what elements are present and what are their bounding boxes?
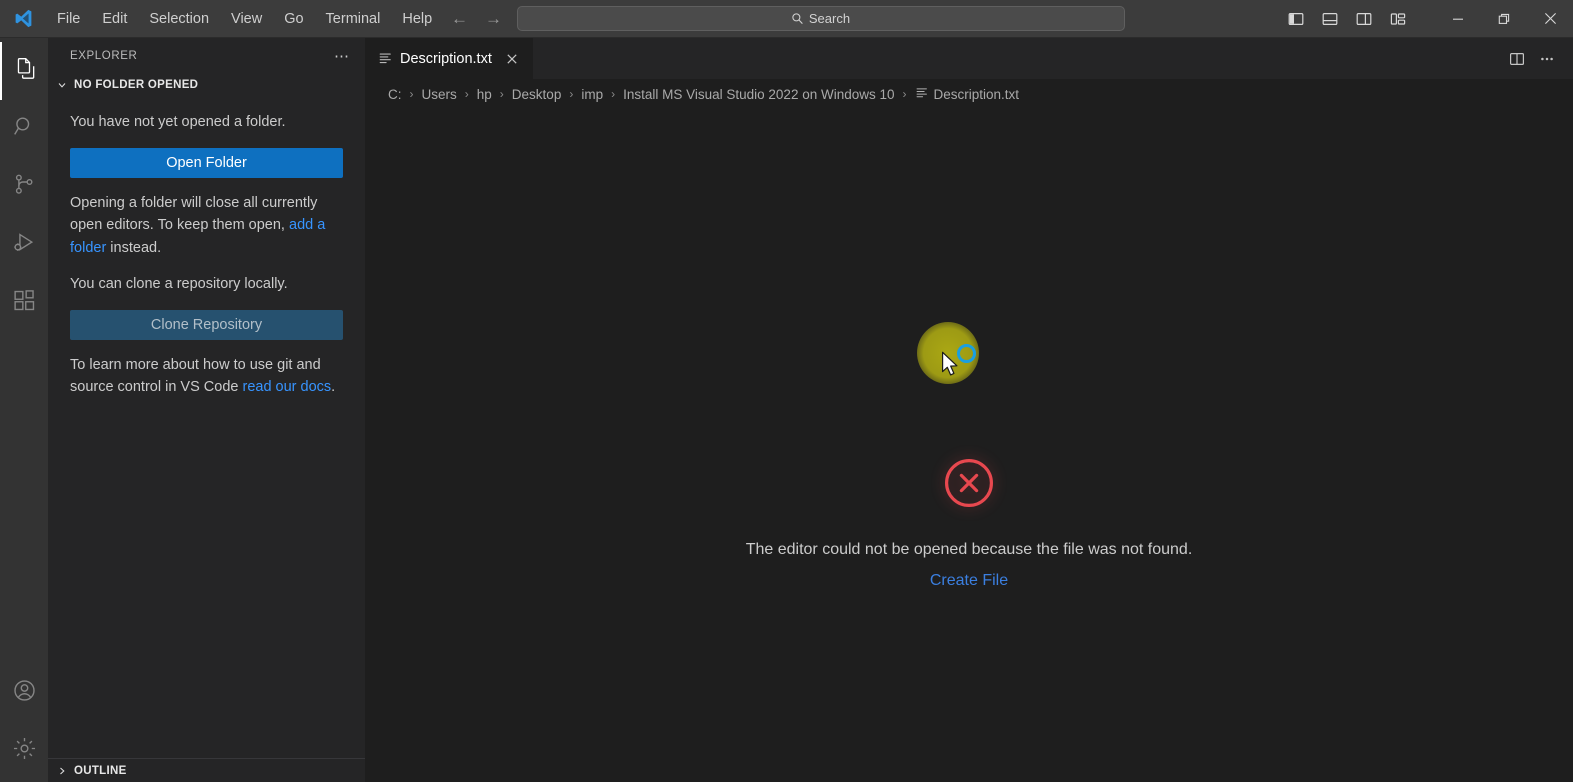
maximize-restore-button[interactable]	[1481, 0, 1527, 38]
menu-selection[interactable]: Selection	[138, 0, 220, 37]
editor-content: The editor could not be opened because t…	[365, 109, 1573, 782]
explorer-welcome-content: You have not yet opened a folder. Open F…	[48, 97, 365, 758]
workbench-body: EXPLORER ⋯ NO FOLDER OPENED You have not…	[0, 38, 1573, 782]
breadcrumb-separator: ›	[464, 87, 469, 101]
sidebar-item-extensions[interactable]	[0, 274, 48, 332]
accounts-button[interactable]	[0, 664, 48, 722]
sidebar-title: EXPLORER	[70, 49, 138, 62]
menu-go[interactable]: Go	[273, 0, 314, 37]
clone-text: You can clone a repository locally.	[70, 276, 288, 292]
source-control-icon	[12, 172, 37, 202]
tab-label: Description.txt	[400, 50, 492, 67]
arrow-left-icon[interactable]: ←	[449, 10, 471, 27]
minimize-button[interactable]	[1435, 0, 1481, 38]
open-folder-button[interactable]: Open Folder	[70, 147, 343, 178]
sidebar-header: EXPLORER ⋯	[48, 38, 365, 73]
account-icon	[12, 678, 37, 708]
close-button[interactable]	[1527, 0, 1573, 38]
breadcrumb-item-1[interactable]: Users	[419, 86, 460, 103]
chevron-down-icon	[54, 79, 70, 91]
editor-tab-bar: Description.txt	[365, 38, 1573, 79]
read-our-docs-link[interactable]: read our docs	[242, 379, 331, 395]
search-icon	[791, 12, 804, 25]
files-icon	[12, 56, 37, 86]
layout-sidebar-right-icon[interactable]	[1349, 4, 1379, 34]
clone-repository-button[interactable]: Clone Repository	[70, 309, 343, 340]
menu-edit[interactable]: Edit	[91, 0, 138, 37]
breadcrumb-item-0[interactable]: C:	[385, 86, 405, 103]
chevron-right-icon	[54, 765, 70, 777]
tab-description-txt[interactable]: Description.txt	[365, 38, 534, 79]
window-controls	[1281, 0, 1573, 37]
sidebar-item-run-and-debug[interactable]	[0, 216, 48, 274]
menu-help[interactable]: Help	[391, 0, 443, 37]
section-label: NO FOLDER OPENED	[74, 79, 199, 91]
breadcrumb: C: › Users › hp › Desktop › imp › Instal…	[365, 79, 1573, 109]
breadcrumb-separator: ›	[611, 87, 616, 101]
vscode-logo-icon	[0, 8, 46, 29]
vscode-window: File Edit Selection View Go Terminal Hel…	[0, 0, 1573, 782]
menu-terminal[interactable]: Terminal	[315, 0, 392, 37]
breadcrumb-separator: ›	[902, 87, 907, 101]
editor-toolbar	[1503, 38, 1573, 79]
section-outline[interactable]: OUTLINE	[48, 758, 365, 782]
text-file-icon	[378, 51, 393, 66]
breadcrumb-separator: ›	[499, 87, 504, 101]
editor-area: Description.txt C: › Users › hp › Deskto…	[365, 38, 1573, 782]
layout-customize-icon[interactable]	[1383, 4, 1413, 34]
search-placeholder: Search	[808, 11, 851, 26]
activity-bar	[0, 38, 48, 782]
learn-text-after: .	[331, 379, 336, 395]
sidebar-item-source-control[interactable]	[0, 158, 48, 216]
close-icon[interactable]	[502, 49, 522, 69]
breadcrumb-separator: ›	[569, 87, 574, 101]
breadcrumb-item-3[interactable]: Desktop	[509, 86, 565, 103]
opening-text-after: instead.	[106, 239, 162, 256]
text-file-icon	[915, 86, 929, 103]
ellipsis-icon[interactable]: ⋯	[328, 45, 357, 67]
split-editor-icon[interactable]	[1503, 45, 1531, 73]
layout-panel-icon[interactable]	[1315, 4, 1345, 34]
search-icon	[12, 114, 37, 144]
error-circle-x-icon	[942, 456, 996, 515]
run-debug-icon	[12, 230, 37, 260]
search-input[interactable]: Search	[516, 6, 1125, 31]
menu-view[interactable]: View	[220, 0, 273, 37]
outline-label: OUTLINE	[74, 764, 127, 777]
manage-settings-button[interactable]	[0, 722, 48, 780]
title-bar: File Edit Selection View Go Terminal Hel…	[0, 0, 1573, 38]
learn-more-text: To learn more about how to use git and s…	[70, 354, 343, 399]
breadcrumb-file-label: Description.txt	[933, 86, 1020, 102]
opening-text-before: Opening a folder will close all currentl…	[70, 194, 318, 234]
breadcrumb-item-2[interactable]: hp	[474, 86, 495, 103]
breadcrumb-item-4[interactable]: imp	[578, 86, 606, 103]
menu-file[interactable]: File	[46, 0, 91, 37]
sidebar-item-explorer[interactable]	[0, 42, 48, 100]
ellipsis-icon[interactable]	[1533, 45, 1561, 73]
layout-controls	[1281, 4, 1413, 34]
breadcrumb-item-file[interactable]: Description.txt	[912, 85, 1023, 104]
no-folder-text: You have not yet opened a folder.	[70, 114, 286, 130]
explorer-sidebar: EXPLORER ⋯ NO FOLDER OPENED You have not…	[48, 38, 365, 782]
layout-sidebar-left-icon[interactable]	[1281, 4, 1311, 34]
extensions-icon	[12, 288, 37, 318]
arrow-right-icon[interactable]: →	[483, 10, 505, 27]
sidebar-item-search[interactable]	[0, 100, 48, 158]
menu-bar: File Edit Selection View Go Terminal Hel…	[46, 0, 443, 37]
gear-icon	[12, 736, 37, 766]
opening-folder-text: Opening a folder will close all currentl…	[70, 192, 343, 260]
breadcrumb-separator: ›	[409, 87, 414, 101]
error-message: The editor could not be opened because t…	[745, 541, 1193, 558]
create-file-link[interactable]: Create File	[930, 572, 1008, 590]
breadcrumb-item-5[interactable]: Install MS Visual Studio 2022 on Windows…	[620, 86, 897, 103]
editor-error-placeholder: The editor could not be opened because t…	[365, 109, 1573, 782]
section-no-folder-opened[interactable]: NO FOLDER OPENED	[48, 73, 365, 97]
